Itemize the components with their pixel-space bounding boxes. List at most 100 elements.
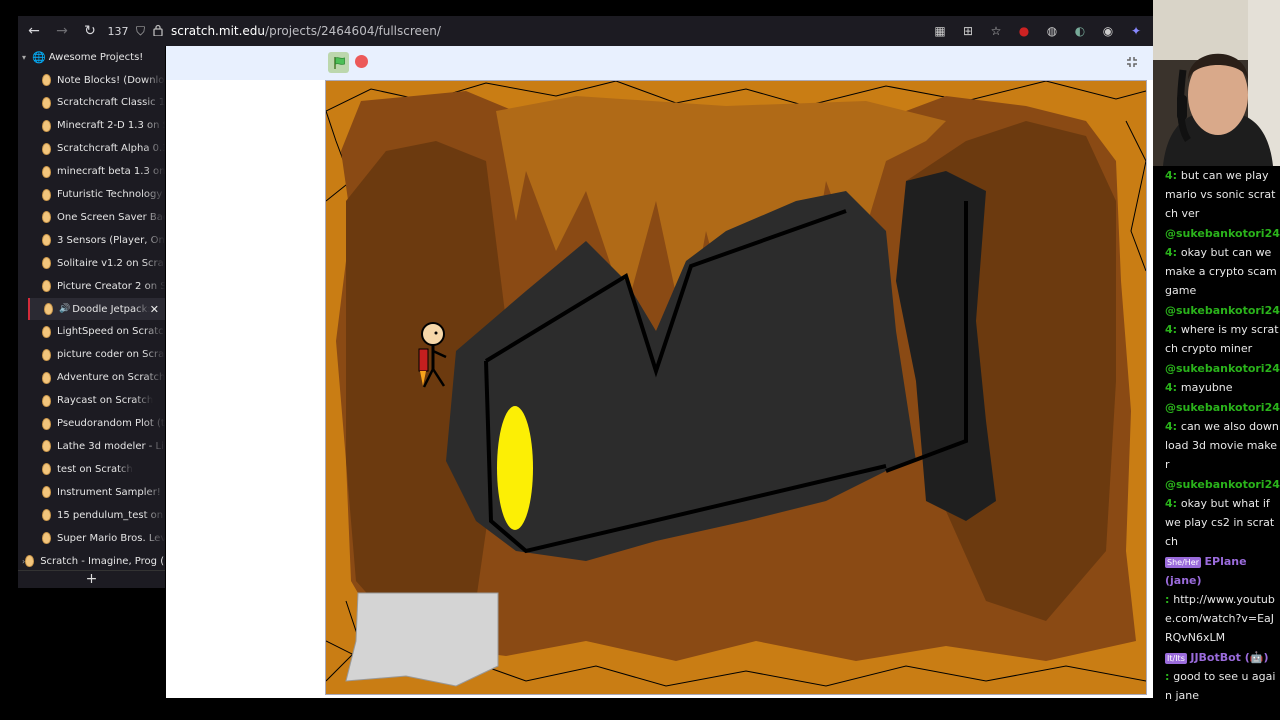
chat-message: @sukebankotori246 4: okay but what if we … [1165,475,1280,551]
sidebar-tab[interactable]: Pseudorandom Plot (te [28,413,165,435]
sidebar-tab[interactable]: Minecraft 2-D 1.3 on Sc [28,115,165,137]
extension-mask-icon[interactable]: ◐ [1071,22,1089,40]
chat-prefix: 4: [1165,381,1181,394]
chat-username[interactable]: JJBotBot (🤖) [1190,651,1268,664]
sidebar-tab[interactable]: 15 pendulum_test on S [28,504,165,526]
sidebar-tab[interactable]: 3 Sensors (Player, On/O [28,229,165,251]
scratch-favicon [42,119,51,132]
sidebar-tab[interactable]: Super Mario Bros. Leve [28,527,165,549]
scratch-favicon [42,96,51,109]
chat-prefix: : [1165,670,1174,683]
sidebar-tab[interactable]: 🔊 Doodle Jetpack: l ✕ [28,298,165,320]
forward-button[interactable]: → [50,19,74,43]
green-flag-button[interactable] [328,52,349,73]
chat-message: It/Its JJBotBot (🤖): good to see u again… [1165,648,1280,705]
url-text: scratch.mit.edu/projects/2464604/fullscr… [171,24,441,38]
reload-icon: ↻ [84,23,96,39]
scratch-favicon [42,509,51,522]
chat-message: @sukebankotori246 4: where is my scratch … [1165,301,1280,358]
collapsed-tab-label: Scratch - Imagine, Prog (1) [40,555,165,567]
chat-text: but can we play mario vs sonic scratch v… [1165,169,1276,220]
tab-group-header[interactable]: ▾ 🌐 Awesome Projects! [18,46,165,68]
chat-text: good to see u again jane [1165,670,1276,702]
sidebar-tab[interactable]: Picture Creator 2 on Sc [28,275,165,297]
bookmark-star-icon[interactable]: ☆ [987,22,1005,40]
sidebar-tab-label: Lathe 3d modeler - Lig [57,440,165,452]
chat-prefix: 4: [1165,169,1181,182]
chat-username[interactable]: @sukebankotori246 [1165,304,1280,317]
grid-icon[interactable]: ▦ [931,22,949,40]
url-bar[interactable]: ⛉ scratch.mit.edu/projects/2464604/fulls… [136,16,931,46]
qr-icon[interactable]: ⊞ [959,22,977,40]
url-host: scratch.mit.edu [171,24,266,38]
sidebar-tab-label: Adventure on Scratch [57,372,165,384]
scratch-favicon [42,74,51,86]
sidebar-tab-label: minecraft beta 1.3 on S [57,166,165,178]
sidebar-tab[interactable]: LightSpeed on Scratch [28,321,165,343]
reload-button[interactable]: ↻ [78,19,102,43]
scratch-favicon [42,280,51,293]
stone-block [345,592,499,687]
scratch-favicon [42,165,51,178]
sidebar-tab-label: Instrument Sampler! o [57,486,165,498]
extension-puzzle-icon[interactable]: ✦ [1127,22,1145,40]
toolbar-actions: ▦ ⊞ ☆ ● ◍ ◐ ◉ ✦ [931,22,1145,40]
sidebar-tab[interactable]: Scratchcraft Classic 1.0 [28,92,165,114]
sidebar-tab[interactable]: One Screen Saver Back [28,206,165,228]
chat-prefix: 4: [1165,420,1181,433]
scratch-favicon [42,142,51,155]
sidebar-tab[interactable]: Solitaire v1.2 on Scratc [28,252,165,274]
webcam-feed [1153,0,1280,166]
sidebar-tab-label: Picture Creator 2 on Sc [57,280,165,292]
screen: ← → ↻ 137 ⛉ scratch.mit.edu/projects/246… [0,0,1280,720]
chat-message: She/Her EPlane (jane): http://www.youtub… [1165,552,1280,647]
chat-username[interactable]: @sukebankotori246 [1165,362,1280,375]
chat-message: @sukebankotori246 4: can we also download… [1165,398,1280,474]
chevron-down-icon: ▾ [22,52,27,62]
sidebar-tab[interactable]: Futuristic Technology G [28,184,165,206]
scratch-favicon [42,234,51,247]
sidebar-tab[interactable]: Raycast on Scratch [28,390,165,412]
sidebar-tab[interactable]: Note Blocks! (Downloa [28,69,165,91]
sidebar-tab[interactable]: Instrument Sampler! o [28,481,165,503]
chat-username[interactable]: @sukebankotori246 [1165,401,1280,414]
new-tab-button[interactable]: + [18,570,165,587]
collapsed-tab[interactable]: › Scratch - Imagine, Prog (1) [18,550,165,572]
sidebar-tab-label: Scratchcraft Classic 1.0 [57,97,165,109]
chat-username[interactable]: @sukebankotori246 [1165,478,1280,491]
sidebar-tab[interactable]: Lathe 3d modeler - Lig [28,435,165,457]
sidebar-tab[interactable]: Adventure on Scratch [28,367,165,389]
stop-button[interactable] [355,55,368,68]
scratch-favicon [42,371,51,384]
extension-circle-icon[interactable]: ◉ [1099,22,1117,40]
chat-text: http://www.youtube.com/watch?v=EaJRQvN6x… [1165,593,1275,644]
sidebar-tab-label: Doodle Jetpack: l [72,303,150,315]
scratch-favicon [42,348,51,361]
extension-red-icon[interactable]: ● [1015,22,1033,40]
sidebar-tab-label: One Screen Saver Back [57,211,165,223]
back-button[interactable]: ← [22,19,46,43]
sidebar-tab-label: Pseudorandom Plot (te [57,418,165,429]
globe-icon: 🌐 [32,50,46,64]
sidebar-tab[interactable]: picture coder on Scratc [28,344,165,366]
scratch-stage[interactable] [325,80,1147,695]
scratch-favicon [42,188,51,201]
scratch-favicon [44,303,53,315]
sidebar-tab[interactable]: test on Scratch [28,458,165,480]
chat-text: where is my scratch crypto miner [1165,323,1279,355]
url-path: /projects/2464604/fullscreen/ [265,24,441,38]
scratch-favicon [42,440,51,453]
extension-spiral-icon[interactable]: ◍ [1043,22,1061,40]
scratch-favicon [42,417,51,430]
scratch-favicon [42,463,51,476]
sidebar-tab[interactable]: Scratchcraft Alpha 0.3 o [28,138,165,160]
sidebar-tab-label: Futuristic Technology G [57,189,165,200]
tree-style-tabs-sidebar: ▾ 🌐 Awesome Projects! Note Blocks! (Down… [18,46,165,588]
tab-count-button[interactable]: 137 [106,19,130,43]
sidebar-tab[interactable]: minecraft beta 1.3 on S [28,161,165,183]
close-tab-icon[interactable]: ✕ [150,303,159,316]
chat-username[interactable]: @sukebankotori246 [1165,227,1280,240]
exit-fullscreen-button[interactable] [1124,54,1140,70]
sidebar-tab-label: Scratchcraft Alpha 0.3 o [57,143,165,155]
chat-text: okay but what if we play cs2 in scratch [1165,497,1275,548]
